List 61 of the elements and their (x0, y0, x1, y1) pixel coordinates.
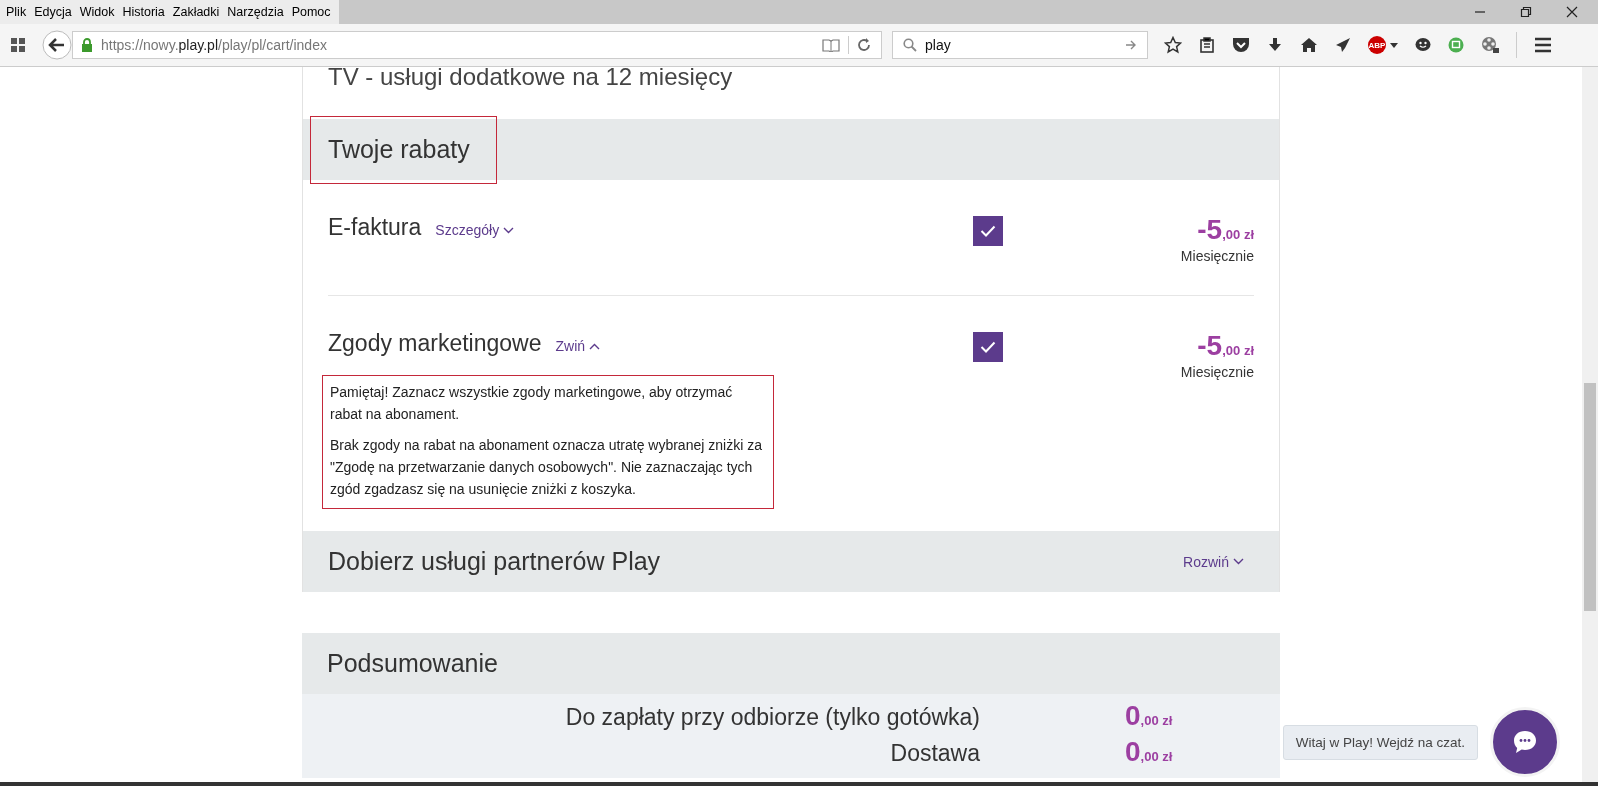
section-heading: TV - usługi dodatkowe na 12 miesięcy (327, 67, 734, 92)
smiley-icon[interactable] (1415, 37, 1431, 53)
price: -5,00 zł (1197, 214, 1254, 246)
menu-item[interactable]: Widok (75, 5, 119, 19)
screen-icon[interactable] (1448, 37, 1464, 53)
summary-label: Do zapłaty przy odbiorze (tylko gotówka) (564, 704, 980, 731)
padlock-icon (81, 38, 93, 52)
search-field[interactable]: play (892, 31, 1148, 59)
download-icon[interactable] (1267, 37, 1283, 53)
section-title: Twoje rabaty (311, 116, 496, 183)
close-icon[interactable] (1566, 6, 1578, 18)
caret-icon[interactable] (1390, 42, 1398, 48)
details-toggle[interactable]: Szczegóły (435, 222, 515, 238)
arrow-right-icon[interactable] (1125, 39, 1137, 51)
note-paragraph: Pamiętaj! Zaznacz wszystkie zgody marketingowe, aby otrzymać rabat na abonament. (330, 383, 734, 424)
scrollbar-thumb[interactable] (1584, 383, 1596, 611)
chevron-icon (589, 342, 601, 350)
restore-icon[interactable] (1520, 6, 1532, 18)
chevron-icon (503, 226, 515, 234)
checkmark-icon (980, 341, 996, 353)
menu-item[interactable]: Pomoc (287, 5, 335, 19)
chevron-icon (1233, 558, 1244, 565)
checkbox[interactable] (973, 332, 1003, 362)
speech-bubble-icon (1511, 728, 1539, 756)
price: -5,00 zł (1197, 330, 1254, 362)
checkbox[interactable] (973, 216, 1003, 246)
book-icon[interactable] (822, 38, 840, 52)
menu-item[interactable]: Plik (2, 5, 31, 19)
scrollbar[interactable] (1582, 67, 1598, 782)
details-toggle[interactable]: Zwiń (555, 338, 601, 354)
menu-icon[interactable] (1534, 37, 1552, 53)
film-reel-icon[interactable] (1481, 36, 1499, 54)
discount-name: Zgody marketingowe (328, 330, 542, 357)
paper-plane-icon[interactable] (1335, 37, 1351, 53)
menu-item[interactable]: Historia (118, 5, 169, 19)
adblock-button[interactable]: ABP (1368, 36, 1386, 54)
price-period: Miesięcznie (1180, 364, 1254, 380)
home-icon[interactable] (1300, 37, 1318, 53)
back-icon[interactable] (42, 30, 72, 60)
section-title: Dobierz usługi partnerów Play (328, 547, 661, 576)
reload-icon[interactable] (857, 38, 871, 52)
section-title: Podsumowanie (327, 649, 498, 678)
price-period: Miesięcznie (1180, 248, 1254, 264)
address-bar[interactable]: https://nowy.play.pl/play/pl/cart/index (72, 31, 882, 59)
checkmark-icon (980, 225, 996, 237)
expand-toggle[interactable]: Rozwiń (1183, 553, 1244, 570)
menu-item[interactable]: Zakładki (168, 5, 224, 19)
search-icon (903, 38, 917, 52)
summary-amount: 0,00 zł (1125, 700, 1173, 732)
discount-name: E-faktura (328, 214, 422, 241)
pocket-icon[interactable] (1232, 37, 1250, 53)
summary-label: Dostawa (889, 740, 980, 767)
summary-amount: 0,00 zł (1125, 736, 1173, 768)
note-paragraph: Brak zgody na rabat na abonament oznacza utratę wybranej zniżki za "Zgodę na przetwarzanie danych osobowych". Nie zaznaczając tych zgód zgadzasz się na usunięcie zniżki z koszyka. (330, 436, 763, 499)
chat-prompt[interactable]: Witaj w Play! Wejdź na czat. (1282, 724, 1478, 760)
menu-item[interactable]: Narzędzia (223, 5, 288, 19)
url-text[interactable]: https://nowy.play.pl/play/pl/cart/index (101, 37, 814, 53)
star-icon[interactable] (1164, 36, 1182, 54)
clipboard-icon[interactable] (1199, 37, 1215, 53)
grid-icon[interactable] (10, 37, 26, 53)
menu-item[interactable]: Edycja (30, 5, 76, 19)
